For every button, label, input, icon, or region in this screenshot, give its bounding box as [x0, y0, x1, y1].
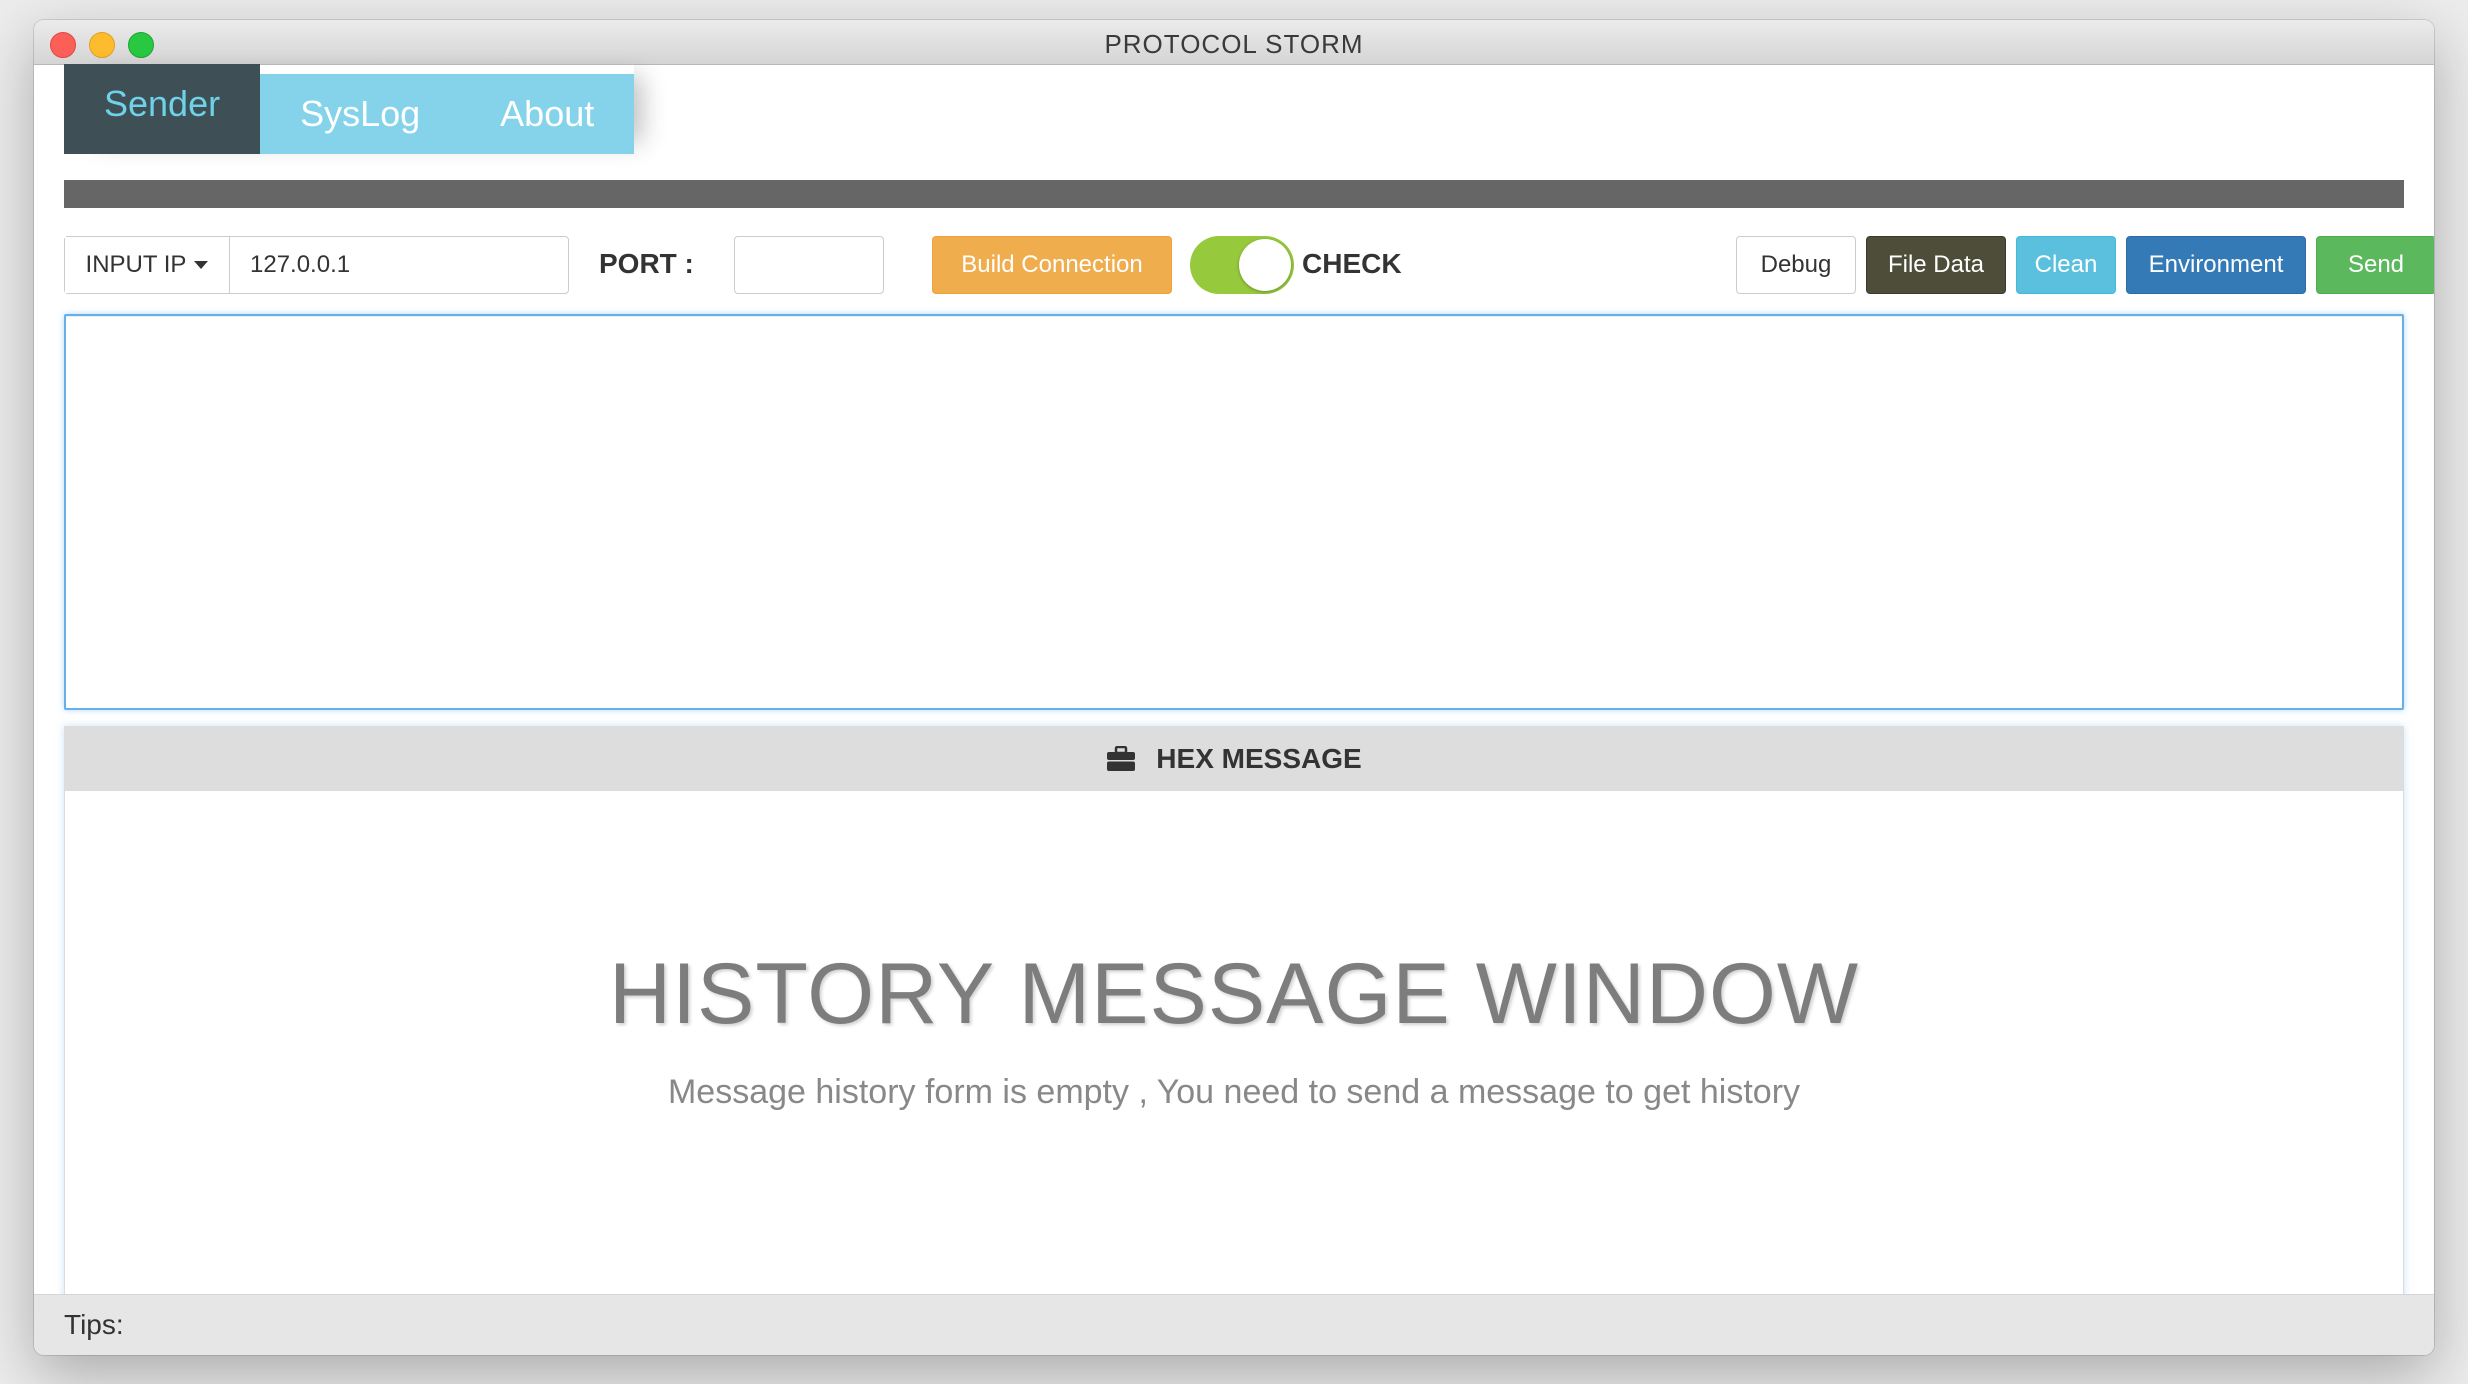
briefcase-icon [1107, 746, 1136, 771]
check-label: CHECK [1302, 248, 1402, 279]
tab-sender[interactable]: Sender [64, 64, 261, 154]
toolbar: INPUT IP PORT : Build Connection CHECK D… [64, 236, 2434, 296]
app-window: PROTOCOL STORM Sender SysLog About INPUT… [34, 20, 2434, 1355]
file-data-button[interactable]: File Data [1866, 236, 2006, 294]
tab-bar: Sender SysLog About [64, 64, 635, 154]
tab-about[interactable]: About [460, 74, 635, 154]
history-title: HISTORY MESSAGE WINDOW [608, 946, 1860, 1042]
port-label: PORT : [599, 248, 694, 279]
clean-button[interactable]: Clean [2016, 236, 2116, 294]
message-input[interactable] [64, 314, 2404, 710]
ip-type-label: INPUT IP [85, 251, 187, 278]
port-input[interactable] [734, 236, 884, 294]
title-bar: PROTOCOL STORM [34, 20, 2434, 65]
section-divider [64, 180, 2404, 208]
window-title: PROTOCOL STORM [1104, 29, 1364, 59]
caret-down-icon [194, 261, 209, 269]
debug-button[interactable]: Debug [1736, 236, 1856, 294]
status-bar: Tips: [34, 1294, 2434, 1355]
build-connection-button[interactable]: Build Connection [932, 236, 1172, 294]
tips-label: Tips: [64, 1309, 124, 1340]
ip-type-dropdown[interactable]: INPUT IP [65, 237, 230, 293]
history-subtitle: Message history form is empty , You need… [667, 1073, 1801, 1111]
ip-input-group: INPUT IP [64, 236, 569, 294]
check-toggle[interactable] [1190, 236, 1294, 294]
hex-message-header: HEX MESSAGE [65, 727, 2403, 791]
toggle-knob [1239, 239, 1291, 291]
send-button[interactable]: Send [2316, 236, 2434, 294]
ip-address-input[interactable] [230, 237, 568, 293]
hex-message-title: HEX MESSAGE [1156, 743, 1362, 774]
tab-syslog[interactable]: SysLog [260, 74, 461, 154]
environment-button[interactable]: Environment [2126, 236, 2306, 294]
hex-message-panel: HEX MESSAGE HISTORY MESSAGE WINDOW Messa… [64, 726, 2404, 1316]
